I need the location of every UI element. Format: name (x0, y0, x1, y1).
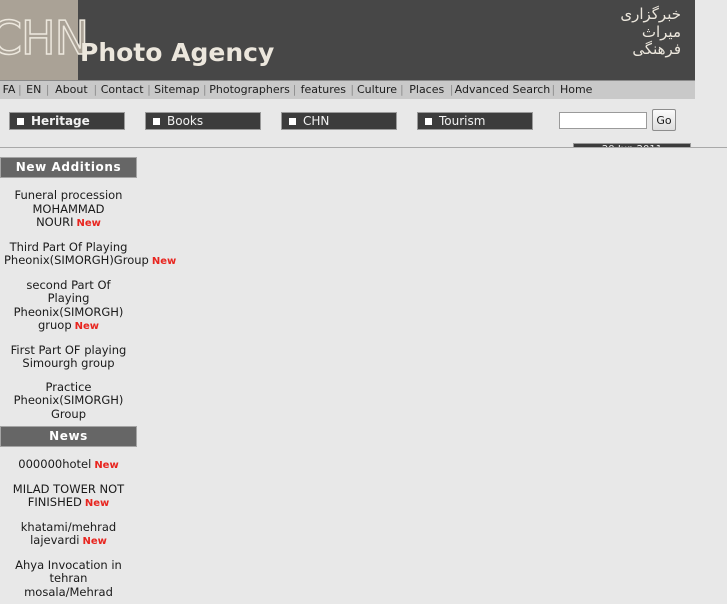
status-badge: New (152, 256, 176, 267)
sidebar-section-header: News (0, 426, 137, 447)
nav-item-about[interactable]: About (49, 81, 93, 99)
list-item[interactable]: khatami/mehrad lajevardiNew (0, 516, 137, 554)
list-item-label: Ahya Invocation in tehran mosala/Mehrad (15, 558, 122, 599)
category-tab-label: Heritage (31, 114, 90, 128)
status-badge: New (77, 218, 101, 229)
persian-line-1: خبرگزاری (620, 6, 681, 24)
status-badge: New (83, 536, 107, 547)
category-tab-heritage[interactable]: Heritage (9, 112, 125, 130)
main-navigation: FA|EN|About|Contact|Sitemap|Photographer… (0, 80, 695, 99)
nav-item-advanced-search[interactable]: Advanced Search (453, 81, 551, 99)
nav-item-features[interactable]: features (296, 81, 350, 99)
status-badge: New (75, 321, 99, 332)
chn-logo-text: CHN (0, 15, 88, 65)
nav-item-sitemap[interactable]: Sitemap (151, 81, 203, 99)
list-item-label: Third Part Of Playing Pheonix(SIMORGH)Gr… (4, 240, 149, 268)
category-tab-label: Tourism (439, 114, 485, 128)
sidebar-list: 000000hotelNewMILAD TOWER NOT FINISHEDNe… (0, 447, 137, 604)
page-root: CHN Photo Agency خبرگزاری میراث فرهنگی F… (0, 0, 727, 545)
category-tab-label: Books (167, 114, 203, 128)
list-item[interactable]: 000000hotelNew (0, 453, 137, 478)
list-item[interactable]: second Part Of Playing Pheonix(SIMORGH) … (0, 274, 137, 339)
nav-item-photographers[interactable]: Photographers (207, 81, 293, 99)
chn-logo[interactable]: CHN (0, 0, 78, 80)
status-badge: New (94, 460, 118, 471)
site-header: CHN Photo Agency خبرگزاری میراث فرهنگی (0, 0, 695, 80)
sidebar: New AdditionsFuneral procession MOHAMMAD… (0, 157, 137, 604)
list-item-label: Practice Pheonix(SIMORGH) Group (14, 380, 124, 421)
list-item[interactable]: Ahya Invocation in tehran mosala/Mehrad (0, 554, 137, 604)
persian-agency-name: خبرگزاری میراث فرهنگی (620, 6, 681, 59)
checkbox-icon[interactable] (153, 118, 160, 125)
list-item[interactable]: First Part OF playing Simourgh group (0, 339, 137, 376)
list-item[interactable]: MILAD TOWER NOT FINISHEDNew (0, 478, 137, 516)
main-content-area (137, 148, 727, 545)
category-tab-tourism[interactable]: Tourism (417, 112, 533, 130)
list-item-label: Funeral procession MOHAMMAD NOURI (15, 188, 123, 229)
category-tab-chn[interactable]: CHN (281, 112, 397, 130)
list-item[interactable]: Funeral procession MOHAMMAD NOURINew (0, 184, 137, 236)
list-item-label: second Part Of Playing Pheonix(SIMORGH) … (14, 278, 124, 333)
nav-item-home[interactable]: Home (555, 81, 597, 99)
checkbox-icon[interactable] (289, 118, 296, 125)
list-item[interactable]: Third Part Of Playing Pheonix(SIMORGH)Gr… (0, 236, 137, 274)
persian-line-2: میراث (620, 24, 681, 42)
search-go-button[interactable]: Go (652, 109, 676, 131)
category-tab-label: CHN (303, 114, 329, 128)
nav-item-culture[interactable]: Culture (354, 81, 400, 99)
nav-item-contact[interactable]: Contact (97, 81, 147, 99)
nav-item-fa[interactable]: FA (0, 81, 18, 99)
search-input[interactable] (559, 112, 647, 129)
nav-item-en[interactable]: EN (22, 81, 46, 99)
list-item[interactable]: Practice Pheonix(SIMORGH) Group (0, 376, 137, 427)
nav-item-places[interactable]: Places (404, 81, 450, 99)
checkbox-icon[interactable] (17, 118, 24, 125)
checkbox-icon[interactable] (425, 118, 432, 125)
sidebar-list: Funeral procession MOHAMMAD NOURINewThir… (0, 178, 137, 426)
category-tab-books[interactable]: Books (145, 112, 261, 130)
page-title: Photo Agency (80, 40, 274, 65)
list-item-label: First Part OF playing Simourgh group (11, 343, 127, 371)
sidebar-section-header: New Additions (0, 157, 137, 178)
persian-line-3: فرهنگی (620, 41, 681, 59)
list-item-label: 000000hotel (18, 457, 91, 471)
status-badge: New (85, 498, 109, 509)
